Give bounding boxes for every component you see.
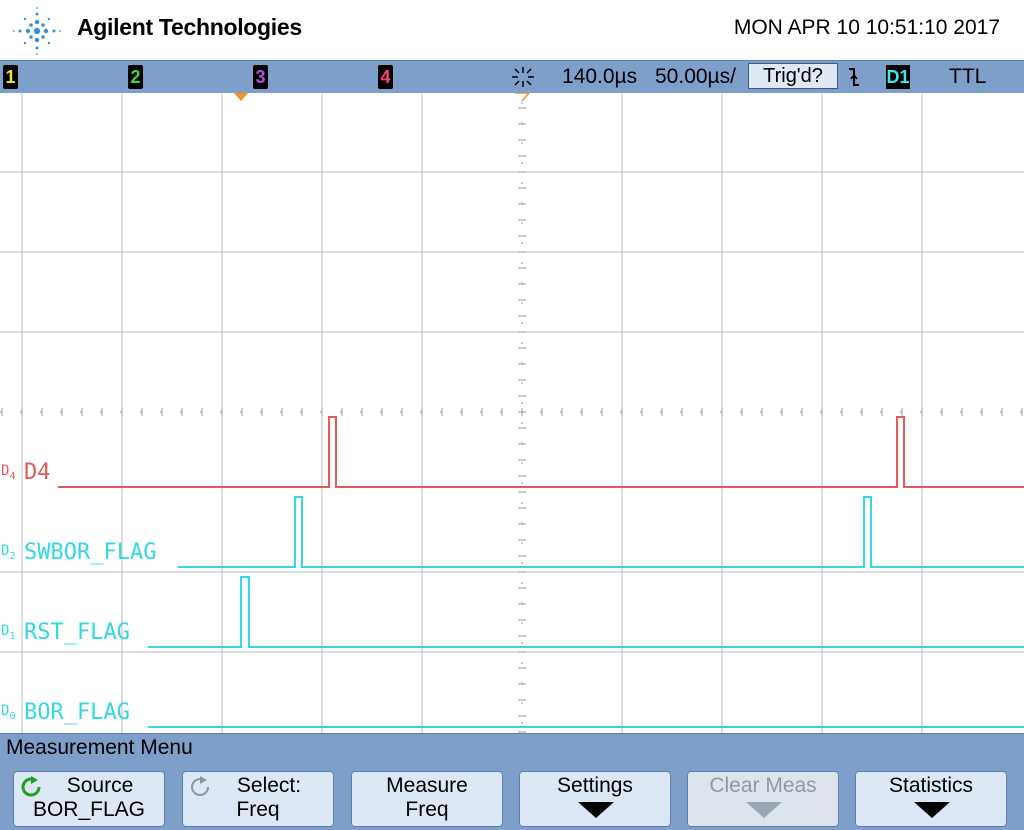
date-time: MON APR 10 10:51:10 2017 xyxy=(733,16,1000,39)
select-softkey-value: Freq xyxy=(236,798,280,821)
statistics-softkey-label: Statistics xyxy=(888,774,974,797)
select-softkey[interactable]: Select: Freq xyxy=(182,771,334,827)
time-per-div[interactable]: 50.00µs/ xyxy=(655,64,736,90)
channel-3-indicator[interactable]: 3 xyxy=(253,65,268,89)
clear-meas-softkey[interactable]: Clear Meas xyxy=(687,771,839,827)
channel-2-indicator[interactable]: 2 xyxy=(128,65,143,89)
channel-4-indicator[interactable]: 4 xyxy=(378,65,393,89)
time-reference-marker xyxy=(515,93,530,102)
waveform-display[interactable]: D4 D4 D2 SWBOR_FLAG D1 RST_FLAG D0 BOR_F… xyxy=(0,93,1024,733)
trigger-level[interactable]: TTL xyxy=(949,64,986,90)
waveform-grid xyxy=(0,93,1024,733)
agilent-logo-icon xyxy=(13,7,61,55)
source-softkey[interactable]: Source BOR_FLAG xyxy=(13,771,165,827)
trace-label-d4: D4 xyxy=(24,460,51,485)
trace-label-swbor-flag: SWBOR_FLAG xyxy=(24,540,157,565)
trace-label-bor-flag: BOR_FLAG xyxy=(24,700,130,725)
trace-label-rst-flag: RST_FLAG xyxy=(24,620,130,645)
settings-softkey-label: Settings xyxy=(557,774,633,797)
arrow-down-icon xyxy=(578,802,614,818)
softkey-menu: Measurement Menu Source BOR_FLAG Select:… xyxy=(0,733,1024,830)
arrow-down-icon xyxy=(746,802,782,818)
trigger-source[interactable]: D1 xyxy=(886,65,910,89)
measure-softkey[interactable]: Measure Freq xyxy=(351,771,503,827)
channel-1-indicator[interactable]: 1 xyxy=(3,65,18,89)
clear-meas-softkey-label: Clear Meas xyxy=(709,774,817,797)
trace-marker-d0[interactable]: D0 xyxy=(1,703,15,722)
rotate-green-icon xyxy=(21,776,41,797)
measure-softkey-label: Measure xyxy=(386,774,468,797)
rotate-gray-icon xyxy=(191,776,209,796)
statistics-softkey[interactable]: Statistics xyxy=(855,771,1007,827)
trace-d4 xyxy=(58,416,1024,488)
menu-title: Measurement Menu xyxy=(6,736,193,759)
trace-marker-d4[interactable]: D4 xyxy=(1,463,15,482)
trace-rst-flag xyxy=(148,576,1024,648)
trigger-status: Trig'd? xyxy=(748,63,838,89)
arrow-down-icon xyxy=(914,802,950,818)
instrument-header: Agilent Technologies MON APR 10 10:51:10… xyxy=(0,0,1024,60)
time-offset[interactable]: 140.0µs xyxy=(562,64,637,90)
source-softkey-value: BOR_FLAG xyxy=(32,798,146,821)
falling-edge-icon xyxy=(849,68,859,86)
brand-name: Agilent Technologies xyxy=(77,14,302,40)
trigger-position-marker[interactable] xyxy=(234,93,248,101)
measure-softkey-value: Freq xyxy=(405,798,449,821)
settings-softkey[interactable]: Settings xyxy=(519,771,671,827)
acquisition-icon xyxy=(512,67,534,87)
trace-marker-d1[interactable]: D1 xyxy=(1,623,15,642)
trace-swbor-flag xyxy=(178,496,1024,568)
trace-marker-d2[interactable]: D2 xyxy=(1,543,15,562)
status-bar: 1 2 3 4 140.0µs 50.00µs/ Trig'd? D1 TTL xyxy=(0,60,1024,94)
